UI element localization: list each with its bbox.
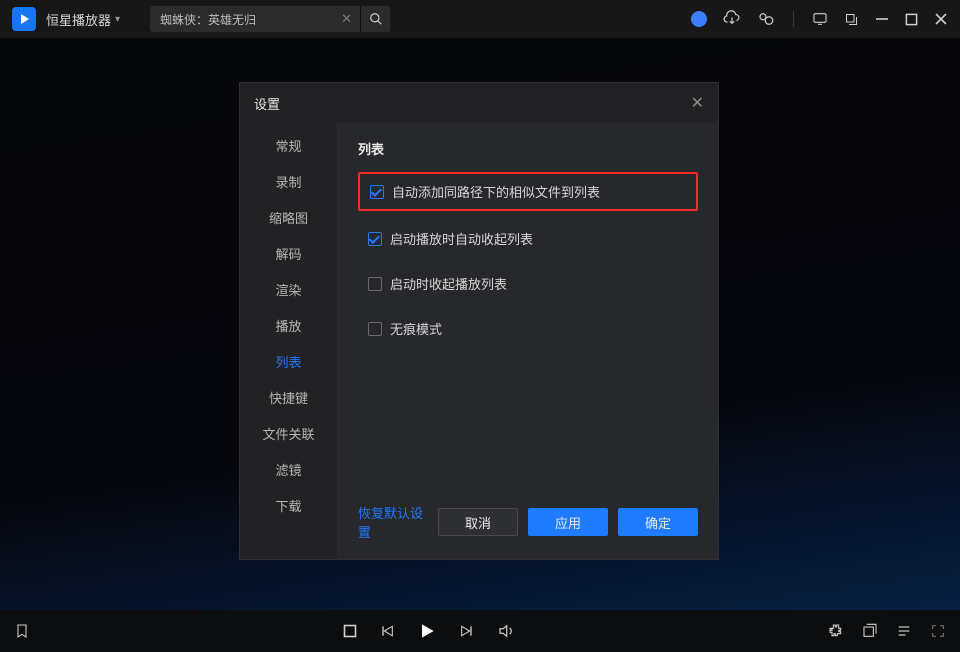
nav-item-5[interactable]: 播放: [240, 307, 337, 343]
checkbox-icon[interactable]: [370, 185, 384, 199]
notification-icon[interactable]: [691, 11, 707, 27]
nav-item-10[interactable]: 下载: [240, 487, 337, 523]
playlist-icon[interactable]: [896, 623, 912, 639]
option-row-0[interactable]: 自动添加同路径下的相似文件到列表: [358, 172, 698, 211]
share-icon[interactable]: [757, 10, 775, 28]
option-label: 无痕模式: [390, 319, 442, 338]
minimize-icon[interactable]: [875, 12, 889, 26]
nav-item-1[interactable]: 录制: [240, 163, 337, 199]
play-icon[interactable]: [417, 621, 437, 641]
stop-icon[interactable]: [343, 624, 357, 638]
dialog-content: 列表 自动添加同路径下的相似文件到列表启动播放时自动收起列表启动时收起播放列表无…: [338, 123, 718, 559]
app-logo: [12, 7, 36, 31]
fullscreen-icon[interactable]: [930, 623, 946, 639]
app-title-dropdown[interactable]: ▾: [115, 14, 120, 25]
settings-dialog: 设置 ✕ 常规录制缩略图解码渲染播放列表快捷键文件关联滤镜下载 列表 自动添加同…: [239, 82, 719, 560]
option-label: 自动添加同路径下的相似文件到列表: [392, 182, 600, 201]
section-title: 列表: [358, 139, 698, 158]
dialog-header: 设置 ✕: [240, 83, 718, 123]
dialog-nav: 常规录制缩略图解码渲染播放列表快捷键文件关联滤镜下载: [240, 123, 338, 559]
playerbar: [0, 610, 960, 652]
feedback-icon[interactable]: [812, 11, 828, 27]
volume-icon[interactable]: [497, 622, 515, 640]
dialog-close-icon[interactable]: ✕: [691, 93, 704, 113]
nav-item-7[interactable]: 快捷键: [240, 379, 337, 415]
app-title: 恒星播放器: [46, 10, 111, 29]
nav-item-9[interactable]: 滤镜: [240, 451, 337, 487]
plugin-icon[interactable]: [828, 623, 844, 639]
restore-defaults-link[interactable]: 恢复默认设置: [358, 503, 428, 541]
apply-button[interactable]: 应用: [528, 508, 608, 536]
cloud-download-icon[interactable]: [723, 10, 741, 28]
nav-item-2[interactable]: 缩略图: [240, 199, 337, 235]
checkbox-icon[interactable]: [368, 232, 382, 246]
main-area: 设置 ✕ 常规录制缩略图解码渲染播放列表快捷键文件关联滤镜下载 列表 自动添加同…: [0, 38, 960, 610]
dialog-title: 设置: [254, 94, 280, 113]
titlebar: 恒星播放器 ▾ ✕: [0, 0, 960, 38]
cancel-button[interactable]: 取消: [438, 508, 518, 536]
close-icon[interactable]: [934, 12, 948, 26]
nav-item-6[interactable]: 列表: [240, 343, 337, 379]
option-label: 启动播放时自动收起列表: [390, 229, 533, 248]
separator: [793, 11, 794, 27]
nav-item-3[interactable]: 解码: [240, 235, 337, 271]
option-row-1[interactable]: 启动播放时自动收起列表: [358, 221, 698, 256]
next-icon[interactable]: [459, 623, 475, 639]
checkbox-icon[interactable]: [368, 277, 382, 291]
titlebar-actions: [691, 10, 948, 28]
nav-item-0[interactable]: 常规: [240, 127, 337, 163]
options-list: 自动添加同路径下的相似文件到列表启动播放时自动收起列表启动时收起播放列表无痕模式: [358, 172, 698, 346]
previous-icon[interactable]: [379, 623, 395, 639]
option-row-3[interactable]: 无痕模式: [358, 311, 698, 346]
pin-icon[interactable]: [844, 12, 859, 27]
media-library-icon[interactable]: [862, 623, 878, 639]
maximize-icon[interactable]: [905, 13, 918, 26]
option-row-2[interactable]: 启动时收起播放列表: [358, 266, 698, 301]
ok-button[interactable]: 确定: [618, 508, 698, 536]
search-clear-icon[interactable]: ✕: [333, 11, 360, 27]
bookmark-icon[interactable]: [14, 623, 30, 639]
option-label: 启动时收起播放列表: [390, 274, 507, 293]
nav-item-8[interactable]: 文件关联: [240, 415, 337, 451]
search-submit-button[interactable]: [360, 6, 390, 32]
search-box: ✕: [150, 6, 390, 32]
nav-item-4[interactable]: 渲染: [240, 271, 337, 307]
search-input[interactable]: [150, 12, 333, 26]
dialog-footer: 恢复默认设置 取消 应用 确定: [358, 503, 698, 549]
checkbox-icon[interactable]: [368, 322, 382, 336]
